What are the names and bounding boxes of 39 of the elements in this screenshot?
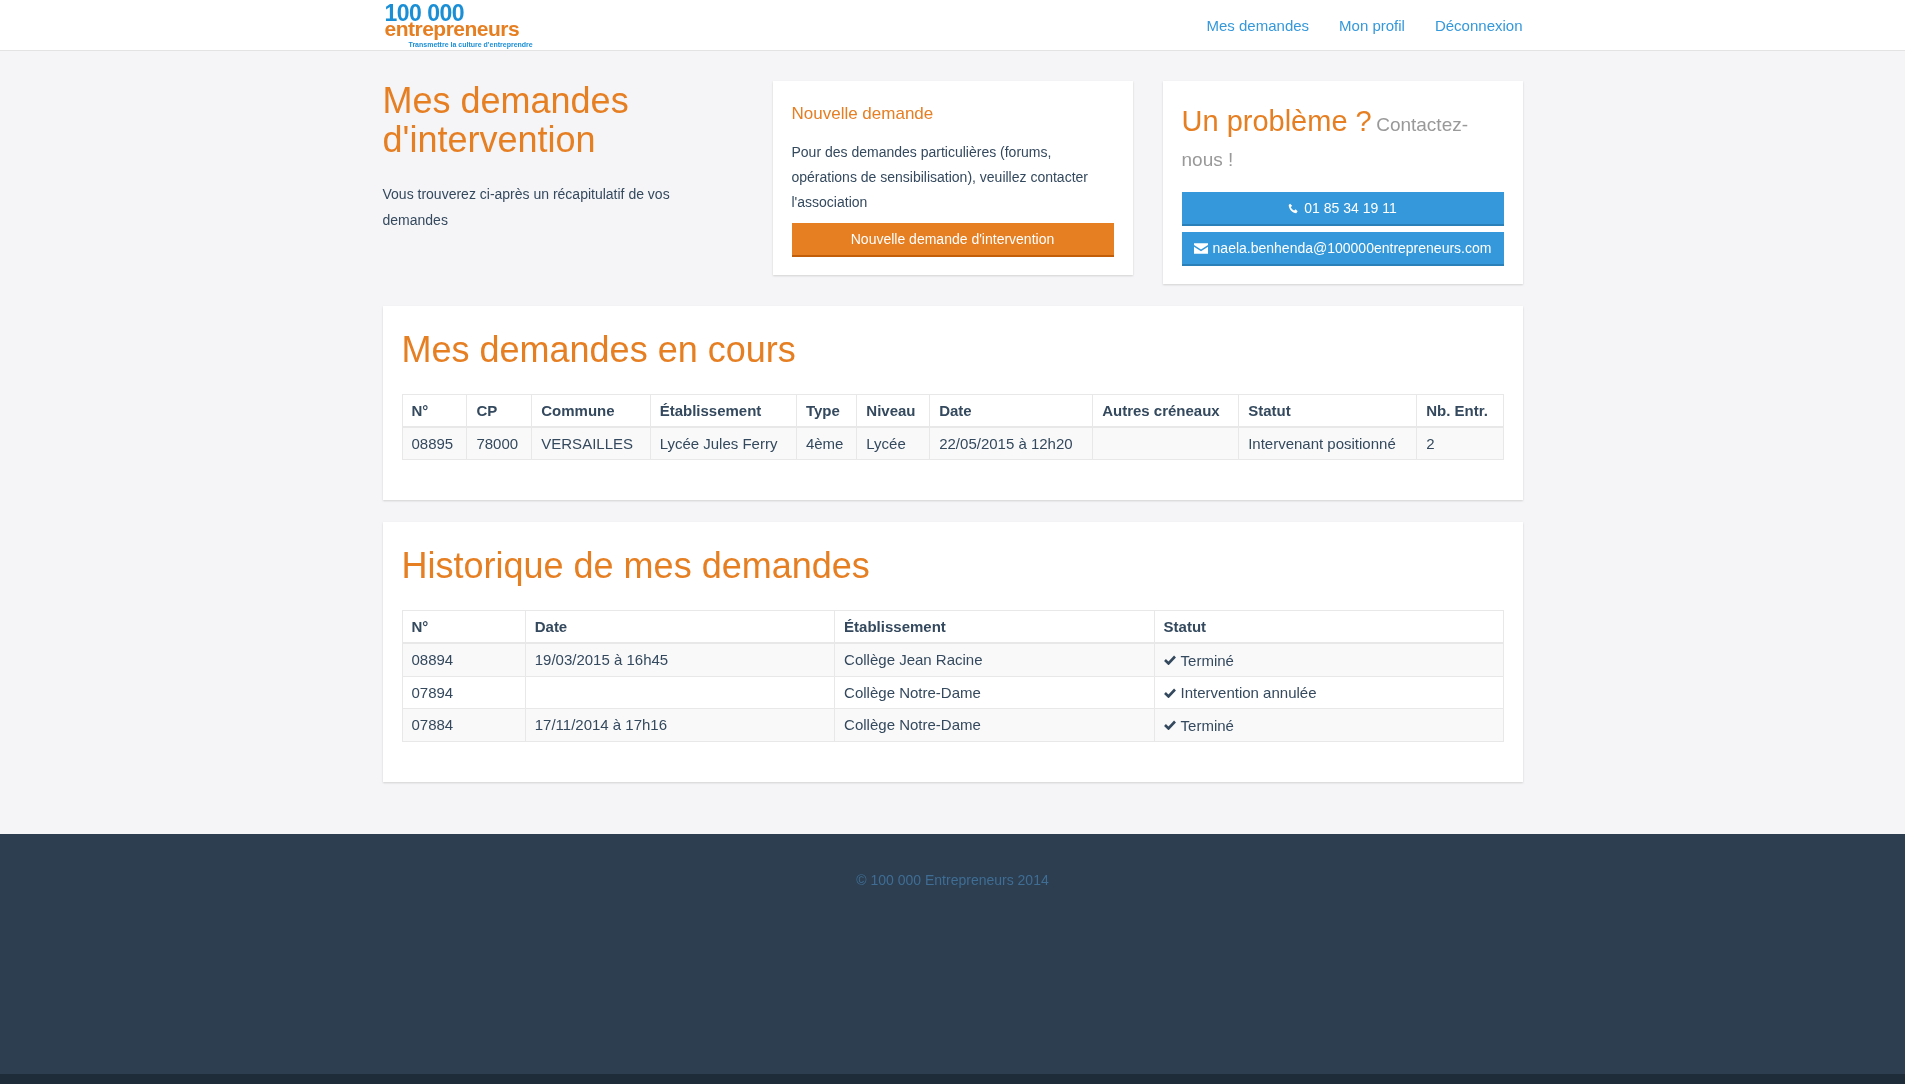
envelope-icon xyxy=(1193,242,1208,254)
page-title: Mes demandes d'intervention xyxy=(382,81,630,159)
table-cell: Intervention annulée xyxy=(1180,684,1317,701)
table-cell: 07884 xyxy=(402,708,526,741)
check-icon xyxy=(1163,720,1176,730)
intro-text: Vous trouverez ci-après un récapitulatif de vos demandes xyxy=(382,185,671,230)
email-button[interactable]: naela.benhenda@100000entrepreneurs.com xyxy=(1181,232,1504,266)
phone-icon xyxy=(1288,202,1300,214)
table-cell: 19/03/2015 à 16h45 xyxy=(525,643,835,676)
nav-link[interactable]: Déconnexion xyxy=(1434,16,1523,34)
copyright-text: © 100 000 Entrepreneurs 2014 xyxy=(855,871,1050,888)
table-cell: 4ème xyxy=(796,427,857,460)
section-title: Mes demandes en cours xyxy=(401,328,797,372)
table-cell: Lycée xyxy=(856,427,930,460)
table-cell: VERSAILLES xyxy=(531,427,651,460)
table-cell: Terminé xyxy=(1180,716,1234,734)
nav-link[interactable]: Mes demandes xyxy=(1206,16,1310,34)
check-icon xyxy=(1163,687,1176,698)
phone-button[interactable]: 01 85 34 19 11 xyxy=(1181,192,1504,226)
table-cell: Intervenant positionné xyxy=(1238,427,1417,460)
table-cell: Terminé xyxy=(1180,651,1234,669)
table-cell: 78000 xyxy=(466,427,532,460)
card-title: Nouvelle demande xyxy=(791,104,935,124)
contact-title: Un problème ?Contactez-nous ! xyxy=(1181,104,1470,172)
table-cell: Collège Jean Racine xyxy=(834,643,1155,676)
table-cell: 07894 xyxy=(402,676,526,709)
table-cell: 08894 xyxy=(402,643,526,676)
card-text: Pour des demandes particulières (forums, opérations de sensibilisation), veuillez contacter l'association xyxy=(791,143,1089,212)
check-icon xyxy=(1163,655,1176,665)
table-cell: 17/11/2014 à 17h16 xyxy=(525,708,835,741)
table-cell: Collège Notre-Dame xyxy=(834,676,1155,709)
new-request-button[interactable]: Nouvelle demande d'intervention xyxy=(791,223,1114,257)
section-title: Historique de mes demandes xyxy=(401,544,871,588)
table-cell: 22/05/2015 à 12h20 xyxy=(929,427,1093,460)
nav-link[interactable]: Mon profil xyxy=(1339,16,1405,34)
table-cell: 2 xyxy=(1416,427,1503,460)
table-cell: Lycée Jules Ferry xyxy=(650,427,797,460)
table-cell: Collège Notre-Dame xyxy=(834,708,1155,741)
table-cell: 08895 xyxy=(402,427,467,460)
